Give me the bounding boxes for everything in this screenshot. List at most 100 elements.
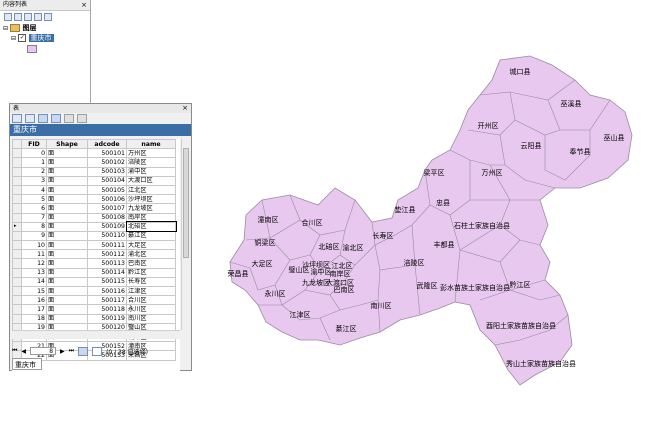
row-selector[interactable]: [12, 148, 22, 159]
row-selector[interactable]: [12, 267, 22, 278]
show-all-records-icon[interactable]: [78, 346, 89, 356]
cell-fid[interactable]: 13: [21, 267, 47, 278]
cell-adcode[interactable]: 500116: [87, 285, 127, 297]
row-selector-header[interactable]: [12, 138, 22, 150]
cell-name[interactable]: 渝北区: [126, 249, 176, 260]
cell-name[interactable]: 渝中区: [126, 166, 176, 177]
table-options-icon[interactable]: [12, 114, 22, 123]
attribute-table-window[interactable]: 表 × 重庆市 FID Shape adcode name 0 面 500101 万州…: [9, 103, 192, 435]
row-selector[interactable]: [12, 276, 22, 288]
switch-selection-icon[interactable]: [51, 114, 61, 123]
cell-shape[interactable]: 面: [46, 267, 88, 278]
cell-adcode[interactable]: 500104: [87, 175, 127, 186]
cell-name[interactable]: 江北区: [126, 184, 176, 196]
table-row[interactable]: 1 面 500102 涪陵区: [12, 157, 176, 168]
table-row[interactable]: 4 面 500105 江北区: [12, 184, 176, 196]
cell-name[interactable]: 巴南区: [126, 258, 176, 269]
row-selector[interactable]: [12, 304, 22, 315]
cell-fid[interactable]: 6: [21, 203, 47, 214]
cell-adcode[interactable]: 500114: [87, 267, 127, 278]
column-header-shape[interactable]: Shape: [46, 138, 88, 150]
row-selector[interactable]: [12, 313, 22, 324]
row-selector[interactable]: ▸: [12, 221, 22, 232]
cell-fid[interactable]: 10: [21, 240, 47, 251]
cell-shape[interactable]: 面: [46, 166, 88, 177]
cell-shape[interactable]: 面: [46, 249, 88, 260]
cell-adcode[interactable]: 500118: [87, 304, 127, 315]
cell-shape[interactable]: 面: [46, 212, 88, 223]
cell-shape[interactable]: 面: [46, 276, 88, 288]
cell-fid[interactable]: 4: [21, 184, 47, 196]
cell-adcode[interactable]: 500112: [87, 249, 127, 260]
cell-name[interactable]: 南岸区: [126, 212, 176, 223]
cell-adcode[interactable]: 500106: [87, 194, 127, 205]
previous-record-button[interactable]: ◀: [21, 348, 26, 355]
cell-shape[interactable]: 面: [46, 157, 88, 168]
cell-adcode[interactable]: 500101: [87, 148, 127, 159]
row-selector[interactable]: [12, 212, 22, 223]
select-by-attributes-icon[interactable]: [38, 114, 48, 123]
cell-shape[interactable]: 面: [46, 148, 88, 159]
table-row[interactable]: 5 面 500106 沙坪坝区: [12, 194, 176, 205]
cell-shape[interactable]: 面: [46, 203, 88, 214]
cell-fid[interactable]: 16: [21, 295, 47, 306]
table-horizontal-scrollbar[interactable]: [12, 330, 180, 339]
row-selector[interactable]: [12, 258, 22, 269]
cell-name[interactable]: 沙坪坝区: [126, 194, 176, 205]
row-selector[interactable]: [12, 295, 22, 306]
current-record-input[interactable]: 8: [30, 347, 57, 355]
cell-shape[interactable]: 面: [46, 313, 88, 324]
cell-name[interactable]: 南川区: [126, 313, 176, 324]
last-record-button[interactable]: ⏭: [69, 347, 74, 355]
row-selector[interactable]: [12, 157, 22, 168]
cell-shape[interactable]: 面: [46, 295, 88, 306]
table-row[interactable]: 9 面 500110 綦江区: [12, 230, 176, 242]
table-row[interactable]: 14 面 500115 长寿区: [12, 276, 176, 288]
table-title-bar[interactable]: 表 ×: [10, 104, 191, 113]
cell-name[interactable]: 万州区: [126, 148, 176, 159]
cell-fid[interactable]: 8: [21, 221, 47, 232]
cell-fid[interactable]: 3: [21, 175, 47, 186]
cell-adcode[interactable]: 500105: [87, 184, 127, 196]
cell-fid[interactable]: 5: [21, 194, 47, 205]
cell-name[interactable]: 涪陵区: [126, 157, 176, 168]
cell-shape[interactable]: 面: [46, 258, 88, 269]
table-row[interactable]: 10 面 500111 大足区: [12, 240, 176, 251]
row-selector[interactable]: [12, 285, 22, 297]
cell-shape[interactable]: 面: [46, 221, 88, 232]
cell-shape[interactable]: 面: [46, 194, 88, 205]
first-record-button[interactable]: ⏮: [12, 347, 17, 355]
cell-fid[interactable]: 12: [21, 258, 47, 269]
table-close-button[interactable]: ×: [182, 104, 188, 113]
cell-name[interactable]: 永川区: [126, 304, 176, 315]
cell-name[interactable]: 大渡口区: [126, 175, 176, 186]
column-header-adcode[interactable]: adcode: [87, 138, 127, 150]
cell-shape[interactable]: 面: [46, 285, 88, 297]
table-row[interactable]: 11 面 500112 渝北区: [12, 249, 176, 260]
cell-fid[interactable]: 15: [21, 285, 47, 297]
cell-adcode[interactable]: 500113: [87, 258, 127, 269]
row-selector[interactable]: [12, 166, 22, 177]
cell-fid[interactable]: 11: [21, 249, 47, 260]
cell-adcode[interactable]: 500115: [87, 276, 127, 288]
cell-shape[interactable]: 面: [46, 175, 88, 186]
cell-fid[interactable]: 7: [21, 212, 47, 223]
cell-name[interactable]: 北碚区: [125, 221, 177, 233]
table-row[interactable]: 0 面 500101 万州区: [12, 148, 176, 159]
table-row[interactable]: 13 面 500114 黔江区: [12, 267, 176, 278]
row-selector[interactable]: [12, 230, 22, 242]
table-row[interactable]: 18 面 500119 南川区: [12, 313, 176, 324]
cell-shape[interactable]: 面: [46, 230, 88, 242]
column-header-fid[interactable]: FID: [21, 138, 47, 150]
cell-fid[interactable]: 14: [21, 276, 47, 288]
show-selected-records-icon[interactable]: [92, 346, 103, 356]
cell-fid[interactable]: 1: [21, 157, 47, 168]
cell-adcode[interactable]: 500117: [87, 295, 127, 306]
table-row[interactable]: 6 面 500107 九龙坡区: [12, 203, 176, 214]
cell-adcode[interactable]: 500102: [87, 157, 127, 168]
row-selector[interactable]: [12, 240, 22, 251]
table-row[interactable]: 7 面 500108 南岸区: [12, 212, 176, 223]
table-vertical-scrollbar[interactable]: [181, 139, 190, 330]
cell-fid[interactable]: 18: [21, 313, 47, 324]
cell-adcode[interactable]: 500109: [87, 221, 127, 232]
